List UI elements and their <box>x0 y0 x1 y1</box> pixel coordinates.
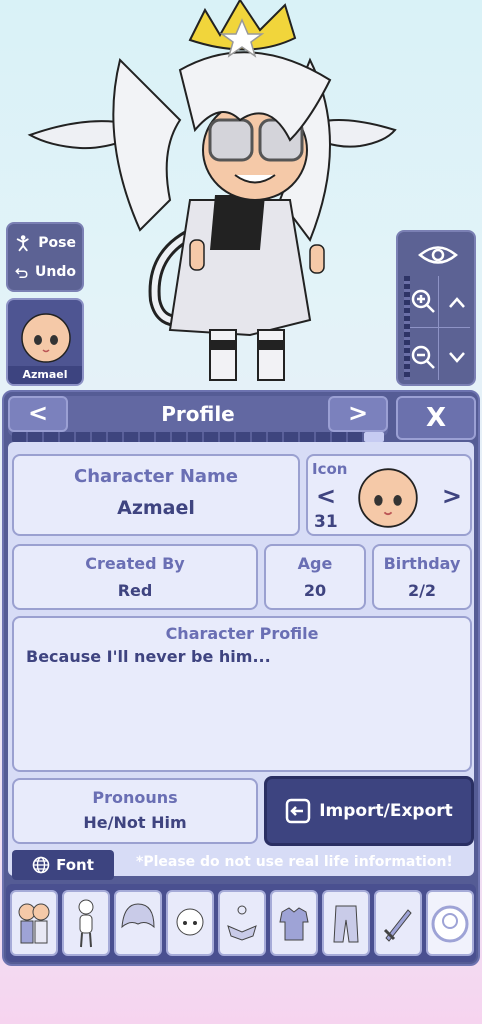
privacy-warning: *Please do not use real life information… <box>136 854 453 870</box>
presets-icon <box>18 903 50 944</box>
chevron-down-icon[interactable] <box>446 346 468 368</box>
character-profile-label: Character Profile <box>165 624 319 643</box>
category-accessories[interactable] <box>218 890 266 956</box>
undo-label: Undo <box>35 263 76 280</box>
created-by-label: Created By <box>85 554 185 573</box>
character-slot-name: Azmael <box>8 366 82 384</box>
divider <box>410 327 470 328</box>
pants-icon <box>333 905 359 943</box>
pose-icon <box>16 234 29 251</box>
character-name-value: Azmael <box>117 497 195 519</box>
font-label: Font <box>56 856 94 874</box>
face-icon <box>21 313 71 363</box>
category-presets[interactable] <box>10 890 58 956</box>
age-card[interactable]: Age 20 <box>264 544 366 610</box>
prev-page-button[interactable]: < <box>8 396 68 432</box>
progress-fill <box>364 432 384 442</box>
close-button[interactable]: X <box>396 396 476 440</box>
next-page-button[interactable]: > <box>328 396 388 432</box>
created-by-card[interactable]: Created By Red <box>12 544 258 610</box>
page-progress-bar <box>12 432 384 442</box>
title-bar: < Profile > <box>8 396 388 436</box>
icon-prev-button[interactable]: < <box>316 482 336 510</box>
body-icon <box>78 899 94 948</box>
zoom-in-icon[interactable] <box>410 288 436 314</box>
pronouns-label: Pronouns <box>92 788 178 807</box>
character-profile-text: Because I'll never be him... <box>26 647 271 666</box>
accessories-icon <box>227 905 257 941</box>
category-head[interactable] <box>166 890 214 956</box>
eye-icon[interactable] <box>418 240 458 270</box>
pose-label: Pose <box>38 234 76 251</box>
category-props[interactable] <box>374 890 422 956</box>
category-hair[interactable] <box>114 890 162 956</box>
profile-panel: < Profile > X Character Name Azmael Icon… <box>2 390 480 966</box>
chevron-up-icon[interactable] <box>446 292 468 314</box>
font-button[interactable]: Font <box>12 850 114 880</box>
category-bottom[interactable] <box>322 890 370 956</box>
sword-icon <box>383 909 412 942</box>
birthday-card[interactable]: Birthday 2/2 <box>372 544 472 610</box>
pronouns-card[interactable]: Pronouns He/Not Him <box>12 778 258 844</box>
hair-icon <box>121 903 155 929</box>
created-by-value: Red <box>117 581 153 600</box>
profile-content: Character Name Azmael Icon < 31 > Create… <box>8 442 474 876</box>
pronouns-value: He/Not Him <box>83 813 187 832</box>
globe-icon <box>32 856 50 874</box>
shirt-icon <box>279 907 309 941</box>
category-top[interactable] <box>270 890 318 956</box>
zoom-out-icon[interactable] <box>410 344 436 370</box>
icon-label: Icon <box>312 460 348 478</box>
import-export-button[interactable]: Import/Export <box>264 776 474 846</box>
category-body[interactable] <box>62 890 110 956</box>
undo-button[interactable]: Undo <box>14 262 76 282</box>
icon-number: 31 <box>314 512 338 532</box>
icon-next-button[interactable]: > <box>442 482 462 510</box>
category-bar <box>6 884 476 962</box>
character-name-label: Character Name <box>74 466 238 487</box>
face-icon <box>358 468 418 528</box>
footer-info: Font *Please do not use real life inform… <box>8 848 474 880</box>
character-stage: Pose Undo Azmael <box>0 0 482 390</box>
character-profile-card[interactable]: Character Profile Because I'll never be … <box>12 616 472 772</box>
pose-button[interactable]: Pose <box>14 233 76 253</box>
character-name-card[interactable]: Character Name Azmael <box>12 454 300 536</box>
import-export-icon <box>285 798 311 824</box>
undo-icon <box>15 267 28 278</box>
character-slot[interactable]: Azmael <box>6 298 84 386</box>
profile-icon <box>431 905 469 943</box>
birthday-label: Birthday <box>383 554 461 573</box>
divider <box>438 276 439 380</box>
age-value: 20 <box>303 581 327 600</box>
birthday-value: 2/2 <box>407 581 437 600</box>
pose-undo-group: Pose Undo <box>6 222 84 292</box>
panel-title: Profile <box>161 402 235 426</box>
category-profile[interactable] <box>426 890 474 956</box>
face-icon <box>176 908 204 936</box>
age-label: Age <box>297 554 333 573</box>
icon-card: Icon < 31 > <box>306 454 472 536</box>
view-controls <box>396 230 476 386</box>
import-export-label: Import/Export <box>319 801 453 821</box>
